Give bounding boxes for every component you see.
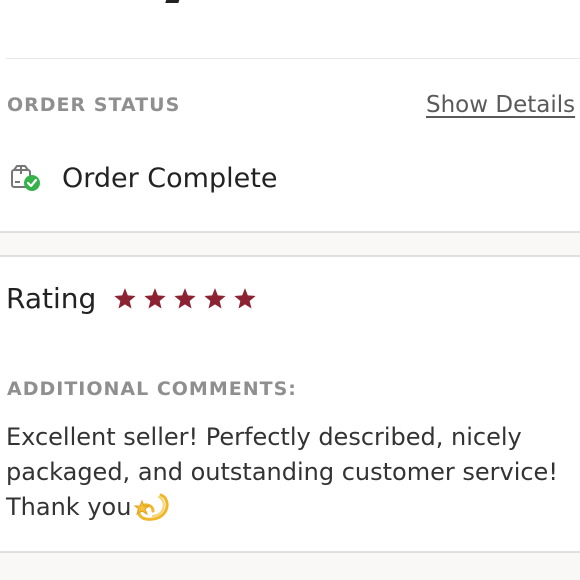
rating-label: Rating (6, 282, 97, 315)
star-icon (144, 288, 166, 309)
additional-comments-label: ADDITIONAL COMMENTS: (7, 378, 297, 400)
order-status-label: ORDER STATUS (7, 94, 181, 116)
star-icon (114, 288, 136, 309)
rating-stars (112, 286, 258, 312)
dizzy-emoji-icon (131, 491, 171, 523)
show-details-link[interactable]: Show Details (426, 92, 575, 118)
star-icon (234, 288, 256, 309)
comment-text: Excellent seller! Perfectly described, n… (6, 420, 576, 525)
star-icon (174, 288, 196, 309)
clipped-heading-fragment (160, 0, 186, 6)
order-details-page: ORDER STATUS Show Details Order Complete… (0, 0, 580, 580)
package-check-icon (10, 164, 42, 194)
star-icon (204, 288, 226, 309)
section-separator-bottom (0, 551, 580, 580)
divider (6, 58, 580, 59)
order-status-text: Order Complete (62, 163, 278, 194)
section-separator (0, 231, 580, 257)
comment-body: Excellent seller! Perfectly described, n… (6, 423, 558, 521)
